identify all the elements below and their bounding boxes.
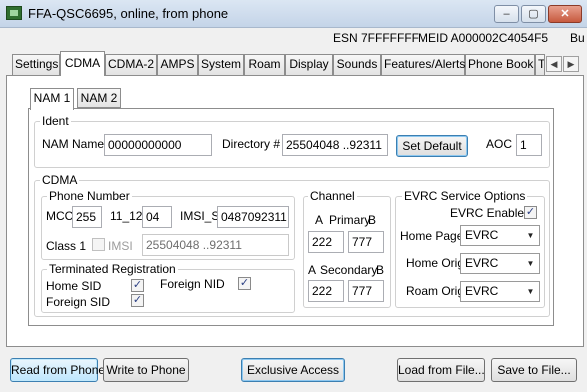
secondary-b-field[interactable]: 777 — [348, 280, 384, 302]
home-orig-label: Home Orig — [406, 256, 465, 270]
nam-name-field[interactable]: 00000000000 — [104, 134, 212, 156]
secondary-a-label: A — [308, 263, 317, 277]
set-default-button[interactable]: Set Default — [396, 135, 468, 157]
mcc-label: MCC — [46, 209, 74, 223]
close-button[interactable]: ✕ — [548, 5, 582, 23]
chevron-down-icon: ▼ — [526, 231, 535, 240]
tab-settings[interactable]: Settings — [12, 54, 60, 75]
imsi-checkbox[interactable] — [92, 238, 105, 251]
tab-overflow[interactable]: T — [535, 54, 545, 75]
tab-scroll-left-icon[interactable]: ◀ — [546, 56, 562, 72]
class-1-label: Class 1 — [46, 239, 87, 253]
tab-phone-book[interactable]: Phone Book — [465, 54, 535, 75]
primary-a-label: A — [315, 213, 324, 227]
primary-b-field[interactable]: 777 — [348, 231, 384, 253]
roam-orig-select[interactable]: EVRC ▼ — [460, 281, 540, 302]
home-page-label: Home Page — [400, 229, 464, 243]
save-to-file-button[interactable]: Save to File... — [491, 358, 577, 382]
app-icon — [6, 6, 22, 20]
phone-number-group-label: Phone Number — [47, 189, 132, 203]
foreign-nid-label: Foreign NID — [160, 277, 225, 291]
chevron-down-icon: ▼ — [526, 287, 535, 296]
tab-system[interactable]: System — [198, 54, 244, 75]
evrc-enabled-checkbox[interactable]: ✓ — [524, 206, 537, 219]
tab-cdma[interactable]: CDMA — [60, 51, 105, 76]
window-title: FFA-QSC6695, online, from phone — [28, 6, 229, 21]
minimize-button[interactable]: – — [494, 5, 519, 23]
roam-orig-value: EVRC — [465, 284, 499, 298]
imsi-11-12-label: 11_12 — [110, 209, 143, 223]
chevron-down-icon: ▼ — [526, 259, 535, 268]
foreign-sid-checkbox[interactable]: ✓ — [131, 294, 144, 307]
primary-b-label: B — [368, 213, 377, 227]
imsi-checkbox-label: IMSI — [108, 239, 133, 253]
home-sid-checkbox[interactable]: ✓ — [131, 279, 144, 292]
read-from-phone-button[interactable]: Read from Phone — [10, 358, 105, 382]
exclusive-access-button[interactable]: Exclusive Access — [241, 358, 345, 382]
tab-features-alerts[interactable]: Features/Alerts — [381, 54, 465, 75]
info-extra-label: Bu — [570, 31, 585, 45]
mcc-field[interactable]: 255 — [72, 206, 102, 228]
tab-scroll-right-icon[interactable]: ▶ — [563, 56, 579, 72]
secondary-b-label: B — [376, 263, 385, 277]
aoc-label: AOC — [486, 137, 513, 151]
ident-group-label: Ident — [40, 114, 71, 128]
evrc-group-label: EVRC Service Options — [402, 189, 528, 203]
esn-label: ESN 7FFFFFFF — [333, 31, 419, 45]
nam-name-label: NAM Name — [42, 137, 105, 151]
roam-orig-label: Roam Orig — [406, 284, 465, 298]
tab-display[interactable]: Display — [285, 54, 333, 75]
terminated-registration-label: Terminated Registration — [47, 262, 178, 276]
write-to-phone-button[interactable]: Write to Phone — [103, 358, 189, 382]
aoc-field[interactable]: 1 — [516, 134, 542, 156]
maximize-button[interactable]: ▢ — [521, 5, 546, 23]
home-page-value: EVRC — [465, 228, 499, 242]
tab-sounds[interactable]: Sounds — [333, 54, 381, 75]
evrc-enabled-label: EVRC Enabled — [450, 206, 531, 220]
meid-label: MEID A000002C4054F5 — [418, 31, 549, 45]
imsi-11-12-field[interactable]: 04 — [142, 206, 172, 228]
home-sid-label: Home SID — [46, 279, 102, 293]
imsi-s-label: IMSI_S — [180, 209, 220, 223]
home-page-select[interactable]: EVRC ▼ — [460, 225, 540, 246]
load-from-file-button[interactable]: Load from File... — [397, 358, 485, 382]
home-orig-select[interactable]: EVRC ▼ — [460, 253, 540, 274]
directory-label: Directory # — [222, 137, 281, 151]
secondary-label: Secondary — [320, 263, 378, 277]
imsi-s-field[interactable]: 0487092311 — [217, 206, 289, 228]
foreign-sid-label: Foreign SID — [46, 295, 111, 309]
tab-roam[interactable]: Roam — [244, 54, 285, 75]
tab-nam-2[interactable]: NAM 2 — [77, 88, 121, 108]
directory-field[interactable]: 25504048 ..92311 — [282, 134, 388, 156]
foreign-nid-checkbox[interactable]: ✓ — [238, 277, 251, 290]
cdma-group-label: CDMA — [40, 173, 80, 187]
tab-cdma-2[interactable]: CDMA-2 — [105, 54, 157, 75]
tab-amps[interactable]: AMPS — [157, 54, 198, 75]
home-orig-value: EVRC — [465, 256, 499, 270]
tab-nam-1[interactable]: NAM 1 — [30, 88, 74, 110]
primary-a-field[interactable]: 222 — [308, 231, 344, 253]
primary-label: Primary — [329, 213, 371, 227]
secondary-a-field[interactable]: 222 — [308, 280, 344, 302]
channel-group-label: Channel — [308, 189, 357, 203]
imsi-disabled-field: 25504048 ..92311 — [142, 234, 289, 256]
